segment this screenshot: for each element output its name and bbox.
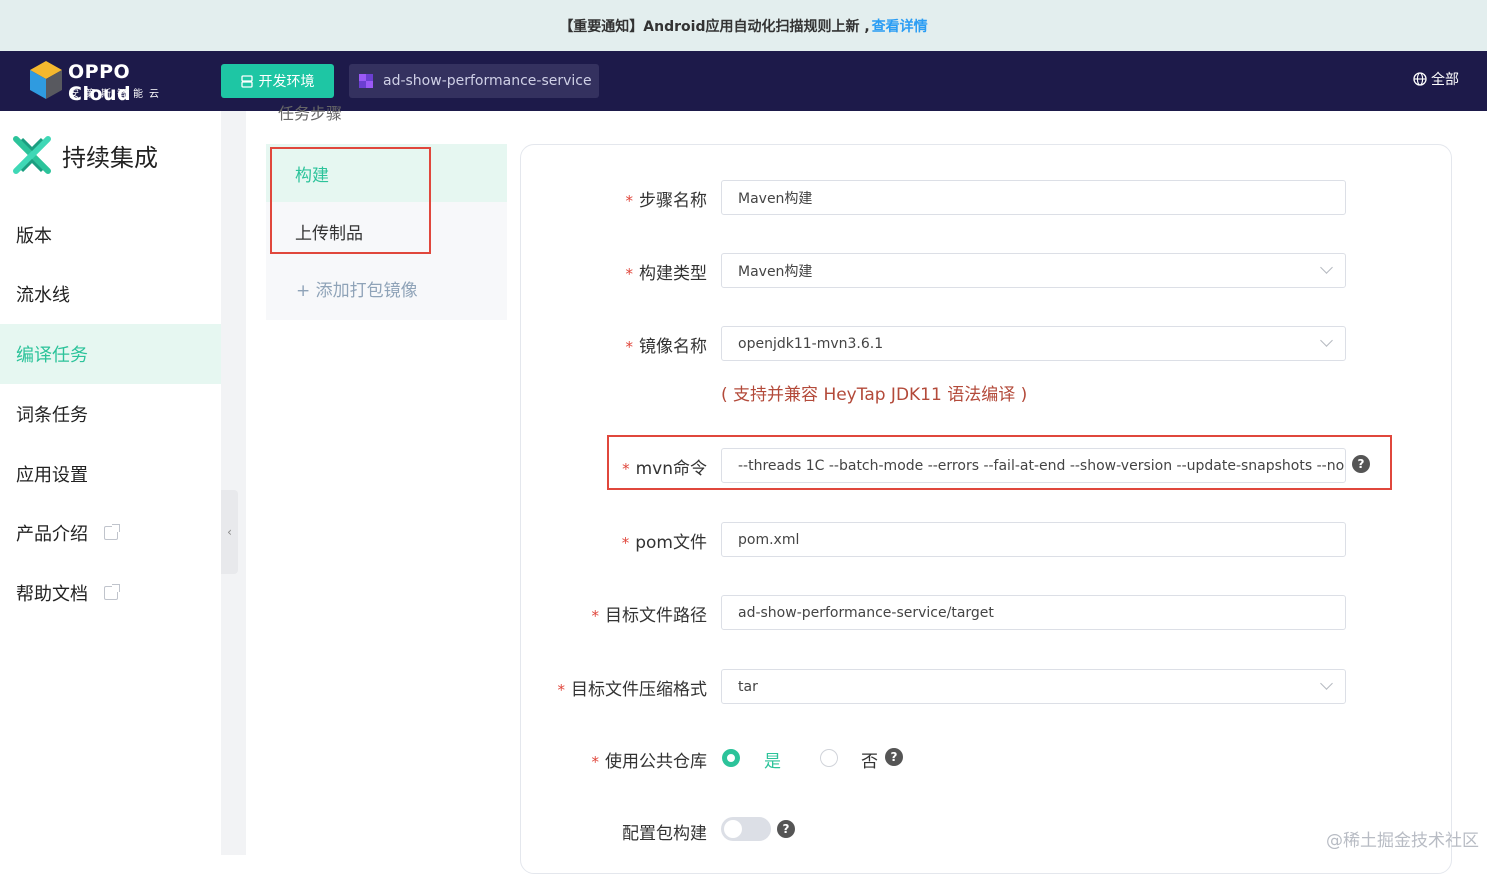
config-build-toggle[interactable] bbox=[721, 817, 771, 841]
sidebar-item-label: 产品介绍 bbox=[16, 524, 88, 545]
build-type-select[interactable]: Maven构建 bbox=[721, 253, 1346, 288]
service-icon bbox=[359, 74, 373, 88]
content-gutter bbox=[221, 111, 246, 855]
sidebar-item-label: 帮助文档 bbox=[16, 584, 88, 605]
top-header: OPPO Cloud 安第斯智能云 开发环境 ad-show-performan… bbox=[0, 51, 1487, 111]
service-name: ad-show-performance-service bbox=[383, 73, 592, 89]
highlight-box-steps bbox=[270, 147, 431, 254]
server-icon bbox=[240, 74, 253, 88]
pom-file-input[interactable]: pom.xml bbox=[721, 522, 1346, 557]
sidebar-item-label: 应用设置 bbox=[16, 465, 88, 486]
sidebar-item-build-tasks[interactable]: 编译任务 bbox=[0, 324, 221, 384]
env-button-label: 开发环境 bbox=[258, 74, 315, 90]
steps-heading: 任务步骤 bbox=[278, 104, 343, 123]
ci-logo-icon bbox=[13, 136, 51, 174]
chevron-left-icon: ‹ bbox=[227, 525, 232, 539]
public-repo-no-label[interactable]: 否 bbox=[861, 747, 878, 772]
add-image-step-link[interactable]: + 添加打包镜像 bbox=[296, 276, 418, 301]
image-name-label: * 镜像名称 bbox=[625, 337, 708, 357]
sidebar-item-version[interactable]: 版本 bbox=[0, 205, 221, 265]
globe-icon bbox=[1413, 72, 1427, 86]
notice-details-link[interactable]: 查看详情 bbox=[872, 16, 928, 36]
sidebar-item-entry-tasks[interactable]: 词条任务 bbox=[0, 384, 221, 444]
public-repo-no-radio[interactable] bbox=[820, 749, 838, 767]
config-build-label: 配置包构建 bbox=[622, 824, 707, 844]
sidebar-item-label: 词条任务 bbox=[16, 405, 88, 426]
notice-text: 【重要通知】Android应用自动化扫描规则上新 , bbox=[559, 18, 870, 35]
chevron-down-icon bbox=[1320, 334, 1333, 347]
build-type-label: * 构建类型 bbox=[625, 264, 708, 284]
brand-subtitle: 安第斯智能云 bbox=[69, 89, 165, 100]
image-name-select[interactable]: openjdk11-mvn3.6.1 bbox=[721, 326, 1346, 361]
pom-file-label: * pom文件 bbox=[621, 533, 707, 553]
external-link-icon bbox=[104, 524, 120, 540]
external-link-icon bbox=[104, 584, 120, 600]
service-selector[interactable]: ad-show-performance-service bbox=[349, 64, 599, 98]
target-path-input[interactable]: ad-show-performance-service/target bbox=[721, 595, 1346, 630]
sidebar-title-text: 持续集成 bbox=[62, 143, 158, 172]
config-build-help-icon[interactable]: ? bbox=[777, 820, 795, 838]
public-repo-help-icon[interactable]: ? bbox=[885, 748, 903, 766]
env-button[interactable]: 开发环境 bbox=[221, 64, 334, 98]
left-sidebar: 持续集成 版本 流水线 编译任务 词条任务 应用设置 产品介绍 帮助文档 bbox=[0, 111, 221, 855]
public-repo-label: * 使用公共仓库 bbox=[591, 752, 708, 772]
public-repo-yes-radio[interactable] bbox=[722, 749, 740, 767]
sidebar-item-label: 流水线 bbox=[16, 285, 70, 306]
sidebar-item-help-docs[interactable]: 帮助文档 bbox=[0, 563, 221, 623]
sidebar-title: 持续集成 bbox=[12, 135, 158, 175]
all-scope-label: 全部 bbox=[1431, 72, 1459, 88]
sidebar-item-label: 编译任务 bbox=[16, 345, 88, 366]
chevron-down-icon bbox=[1320, 677, 1333, 690]
all-scope-button[interactable]: 全部 bbox=[1413, 69, 1459, 89]
sidebar-item-pipeline[interactable]: 流水线 bbox=[0, 264, 221, 324]
sidebar-item-app-settings[interactable]: 应用设置 bbox=[0, 444, 221, 504]
notice-bar: 【重要通知】Android应用自动化扫描规则上新 , 查看详情 bbox=[0, 0, 1487, 51]
compress-format-label: * 目标文件压缩格式 bbox=[557, 680, 708, 700]
target-path-label: * 目标文件路径 bbox=[591, 606, 708, 626]
compress-format-select[interactable]: tar bbox=[721, 669, 1346, 704]
oppo-cloud-logo[interactable]: OPPO Cloud 安第斯智能云 bbox=[30, 59, 190, 105]
cube-logo-icon bbox=[30, 61, 62, 99]
image-compat-hint: ( 支持并兼容 HeyTap JDK11 语法编译 ) bbox=[721, 385, 1028, 405]
sidebar-item-product-intro[interactable]: 产品介绍 bbox=[0, 503, 221, 563]
watermark: @稀土掘金技术社区 bbox=[1326, 831, 1479, 851]
sidebar-item-label: 版本 bbox=[16, 226, 52, 247]
public-repo-yes-label[interactable]: 是 bbox=[764, 747, 781, 772]
step-name-label: * 步骤名称 bbox=[625, 191, 708, 211]
sidebar-collapse-handle[interactable]: ‹ bbox=[221, 490, 238, 574]
step-name-input[interactable]: Maven构建 bbox=[721, 180, 1346, 215]
highlight-box-mvn bbox=[607, 435, 1392, 490]
chevron-down-icon bbox=[1320, 261, 1333, 274]
